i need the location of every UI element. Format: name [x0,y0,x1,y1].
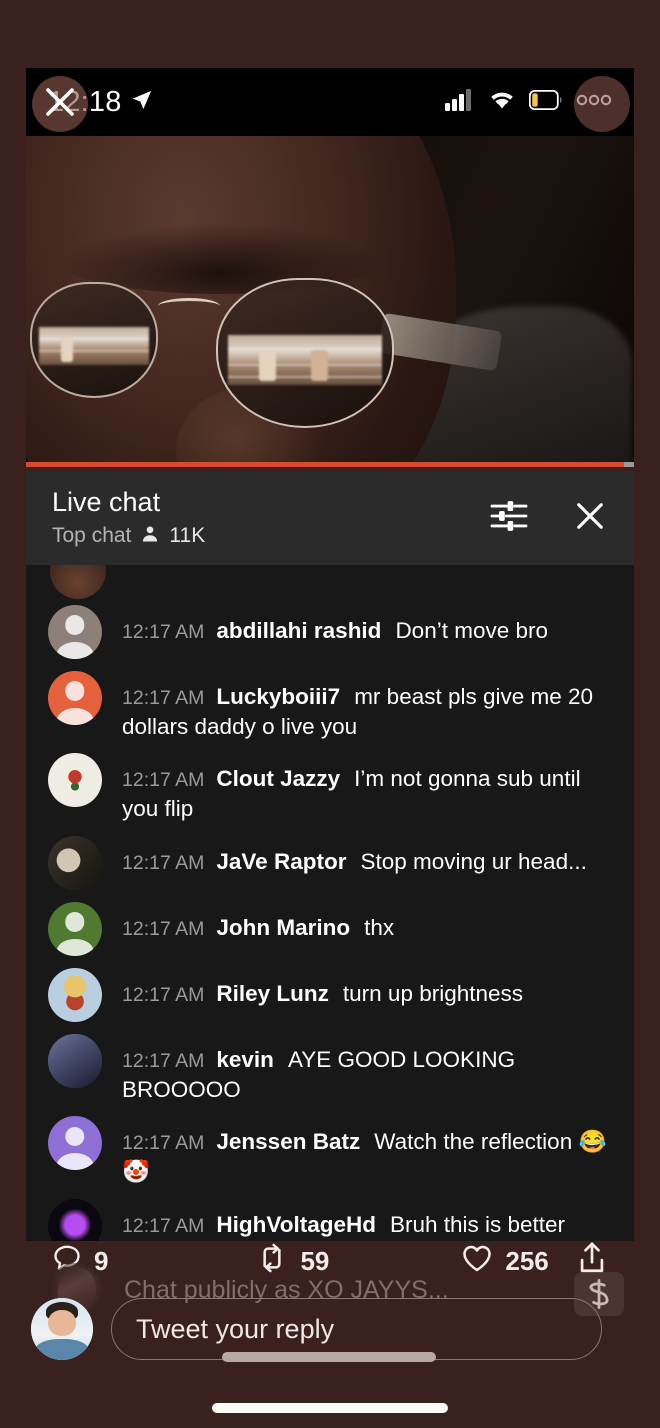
chat-message-time: 12:17 AM [122,851,205,874]
live-chat-header: Live chat Top chat 11K [26,471,634,565]
chat-avatar-image [48,835,102,890]
chat-avatar[interactable] [48,835,102,890]
overlay-close-button[interactable] [32,76,88,132]
chat-message-row[interactable]: 12:17 AM abdillahi rashid Don’t move bro [26,599,634,665]
live-chat-message-list[interactable]: 12:17 AM abdillahi rashid Don’t move bro 12… [26,565,634,1241]
wifi-icon [488,89,516,116]
live-chat-title: Live chat [52,487,161,518]
chat-avatar[interactable] [48,967,102,1022]
chat-message-author[interactable]: Riley Lunz [216,981,329,1006]
video-glasses [28,276,503,428]
video-progress-bar[interactable] [26,462,634,467]
video-progress-thumb[interactable] [624,462,634,467]
chat-message-row[interactable]: 12:17 AM kevin AYE GOOD LOOKING BROOOOO [26,1028,634,1110]
chat-message-time: 12:17 AM [122,769,205,792]
chat-message-time: 12:17 AM [122,687,205,709]
chat-message-body: 12:17 AM Clout Jazzy I’m not gonna sub unt… [122,753,612,823]
chat-message-author[interactable]: Jenssen Batz [216,1129,360,1154]
avatar[interactable] [31,1298,93,1360]
chat-avatar[interactable] [48,671,102,725]
chat-message-author[interactable]: abdillahi rashid [216,618,381,643]
chat-avatar[interactable] [48,901,102,956]
chat-message-body: 12:17 AM kevin AYE GOOD LOOKING BROOOOO [122,1034,612,1104]
chat-avatar-image [48,967,102,1022]
chat-message-row[interactable]: 12:17 AM Jenssen Batz Watch the reflection… [26,1110,634,1192]
chat-message-row[interactable]: 12:17 AM Luckyboiii7 mr beast pls give me … [26,665,634,747]
chat-avatar[interactable] [48,753,102,808]
chat-message-text: Stop moving ur head... [360,848,587,874]
chat-message-time: 12:17 AM [122,917,205,940]
chat-message-body: 12:17 AM abdillahi rashid Don’t move bro [122,605,612,646]
live-chat-titles: Live chat Top chat 11K [52,487,205,548]
cellular-bars-icon [445,88,475,116]
phone-screen: 12:18 [0,0,660,1428]
chat-message-body: 12:17 AM JaVe Raptor Stop moving ur head..… [122,836,612,877]
live-chat-actions [490,498,608,539]
chat-message-text: Don’t move bro [395,618,549,643]
chat-message-author[interactable]: JaVe Raptor [216,849,346,874]
chat-message-body: 12:17 AM John Marino thx [122,902,612,943]
chat-message-author[interactable]: Luckyboiii7 [216,684,340,709]
live-chat-messages: 12:17 AM abdillahi rashid Don’t move bro 12… [26,565,634,1241]
close-x-icon [42,84,78,125]
chat-message-row[interactable]: 12:17 AM John Marino thx [26,896,634,962]
live-video-player[interactable] [26,136,634,466]
home-indicator [212,1403,448,1413]
chat-message-time: 12:17 AM [122,621,205,643]
chat-message-time: 12:17 AM [122,1049,205,1072]
chat-message-text: turn up brightness [342,980,524,1006]
chat-message-row[interactable]: 12:17 AM Riley Lunz turn up brightness [26,962,634,1028]
chat-avatar[interactable] [48,1033,102,1088]
chat-filter-icon[interactable] [490,499,528,538]
chat-avatar-image [48,1033,102,1088]
chat-message-body: 12:17 AM Luckyboiii7 mr beast pls give me … [122,671,612,741]
overlay-more-button[interactable] [574,76,630,132]
person-icon [140,524,160,549]
chat-message-author[interactable]: kevin [216,1047,274,1072]
chat-message-body: 12:17 AM Riley Lunz turn up brightness [122,968,612,1009]
chat-message-time: 12:17 AM [122,1214,205,1237]
chat-message-time: 12:17 AM [122,1132,205,1155]
reply-input[interactable]: Tweet your reply [111,1298,602,1360]
chat-message-row[interactable]: 12:17 AM JaVe Raptor Stop moving ur head..… [26,830,634,896]
chat-message-text: thx [364,914,395,940]
sheet-drag-handle[interactable] [222,1352,436,1362]
chat-avatar[interactable] [48,1116,102,1171]
live-chat-viewer-count: 11K [169,524,206,548]
chat-message-row[interactable]: 12:17 AM HighVoltageHd Bruh this is better… [26,1193,634,1241]
live-chat-mode-label: Top chat [52,524,132,548]
live-chat-subtitle[interactable]: Top chat 11K [52,524,205,549]
status-bar: 12:18 [26,68,634,136]
chat-message-author[interactable]: Clout Jazzy [216,766,340,791]
chat-avatar[interactable] [48,605,102,659]
live-chat-close-icon[interactable] [572,498,608,539]
location-arrow-icon [131,89,153,116]
video-frame [26,136,634,466]
chat-avatar-image [48,753,102,808]
chat-message-time: 12:17 AM [122,983,205,1006]
chat-message-row[interactable]: 12:17 AM Clout Jazzy I’m not gonna sub unt… [26,747,634,829]
chat-message-body: 12:17 AM Jenssen Batz Watch the reflection… [122,1116,612,1186]
battery-low-icon [528,89,563,115]
chat-message-author[interactable]: HighVoltageHd [216,1212,376,1237]
chat-message-author[interactable]: John Marino [216,915,350,940]
